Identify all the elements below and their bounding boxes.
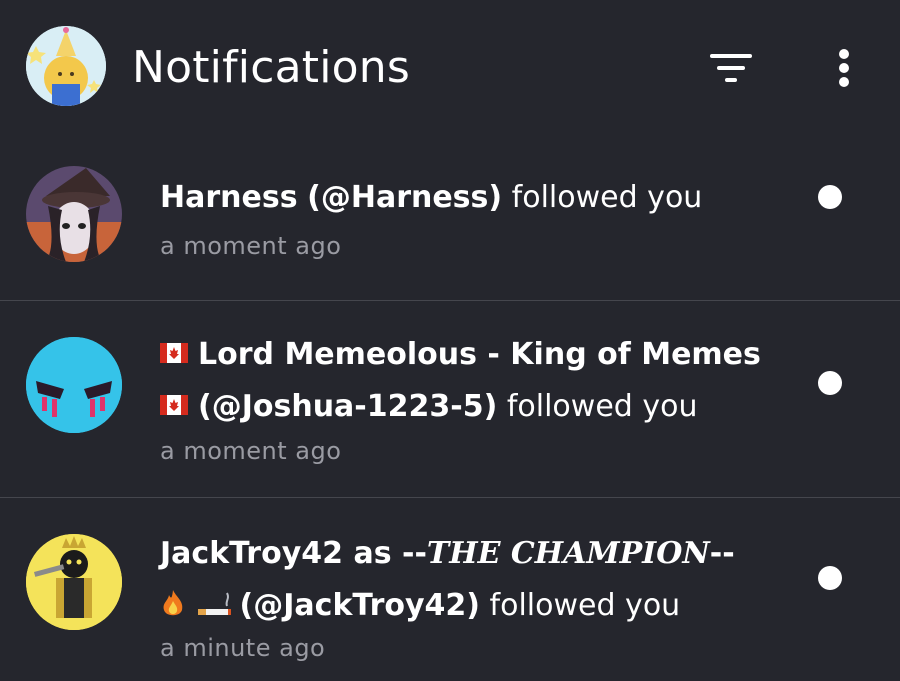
more-vertical-icon [839, 49, 849, 87]
notification-text: Lord Memeolous - King of Memes (@Joshua-… [160, 329, 800, 433]
unread-dot-icon[interactable] [818, 371, 842, 395]
notification-action: followed you [489, 588, 681, 623]
user-name-styled[interactable]: THE CHAMPION [427, 536, 710, 571]
unread-dot-icon[interactable] [818, 566, 842, 590]
filter-button[interactable] [698, 42, 766, 94]
user-name[interactable]: Lord Memeolous - King of Memes [198, 337, 761, 372]
lord-memeolous-avatar-image [26, 337, 122, 433]
avatar[interactable] [26, 166, 122, 262]
jacktroy-avatar-image [26, 534, 122, 630]
notification-text: JackTroy42 as --THE CHAMPION-- (@JackTro… [160, 528, 800, 632]
unread-dot-icon[interactable] [818, 185, 842, 209]
user-handle[interactable]: (@JackTroy42) [240, 588, 480, 623]
page-title: Notifications [132, 42, 410, 93]
canada-flag-icon [160, 394, 188, 415]
notification-item[interactable]: Lord Memeolous - King of Memes (@Joshua-… [0, 301, 900, 497]
notification-item[interactable]: Harness (@Harness) followed you a moment… [0, 140, 900, 300]
harness-avatar-image [26, 166, 122, 262]
notification-item[interactable]: JackTroy42 as --THE CHAMPION-- (@JackTro… [0, 498, 900, 681]
timestamp: a minute ago [160, 634, 326, 662]
user-handle[interactable]: (@Harness) [307, 180, 502, 215]
user-handle[interactable]: (@Joshua-1223-5) [198, 389, 497, 424]
timestamp: a moment ago [160, 437, 342, 465]
user-avatar-image [26, 26, 106, 106]
fire-icon [163, 589, 183, 615]
timestamp: a moment ago [160, 232, 342, 260]
avatar[interactable] [26, 534, 122, 630]
notification-text: Harness (@Harness) followed you [160, 172, 800, 224]
user-name-prefix[interactable]: JackTroy42 as -- [160, 536, 427, 571]
avatar[interactable] [26, 337, 122, 433]
notification-action: followed you [511, 180, 703, 215]
app-header: Notifications [0, 0, 900, 140]
more-options-button[interactable] [822, 40, 866, 96]
notification-action: followed you [506, 389, 698, 424]
user-avatar[interactable] [26, 26, 106, 106]
cigarette-icon [197, 592, 231, 615]
filter-icon [710, 54, 752, 82]
user-name-suffix[interactable]: -- [710, 536, 735, 571]
user-name[interactable]: Harness [160, 180, 298, 215]
canada-flag-icon [160, 342, 188, 363]
